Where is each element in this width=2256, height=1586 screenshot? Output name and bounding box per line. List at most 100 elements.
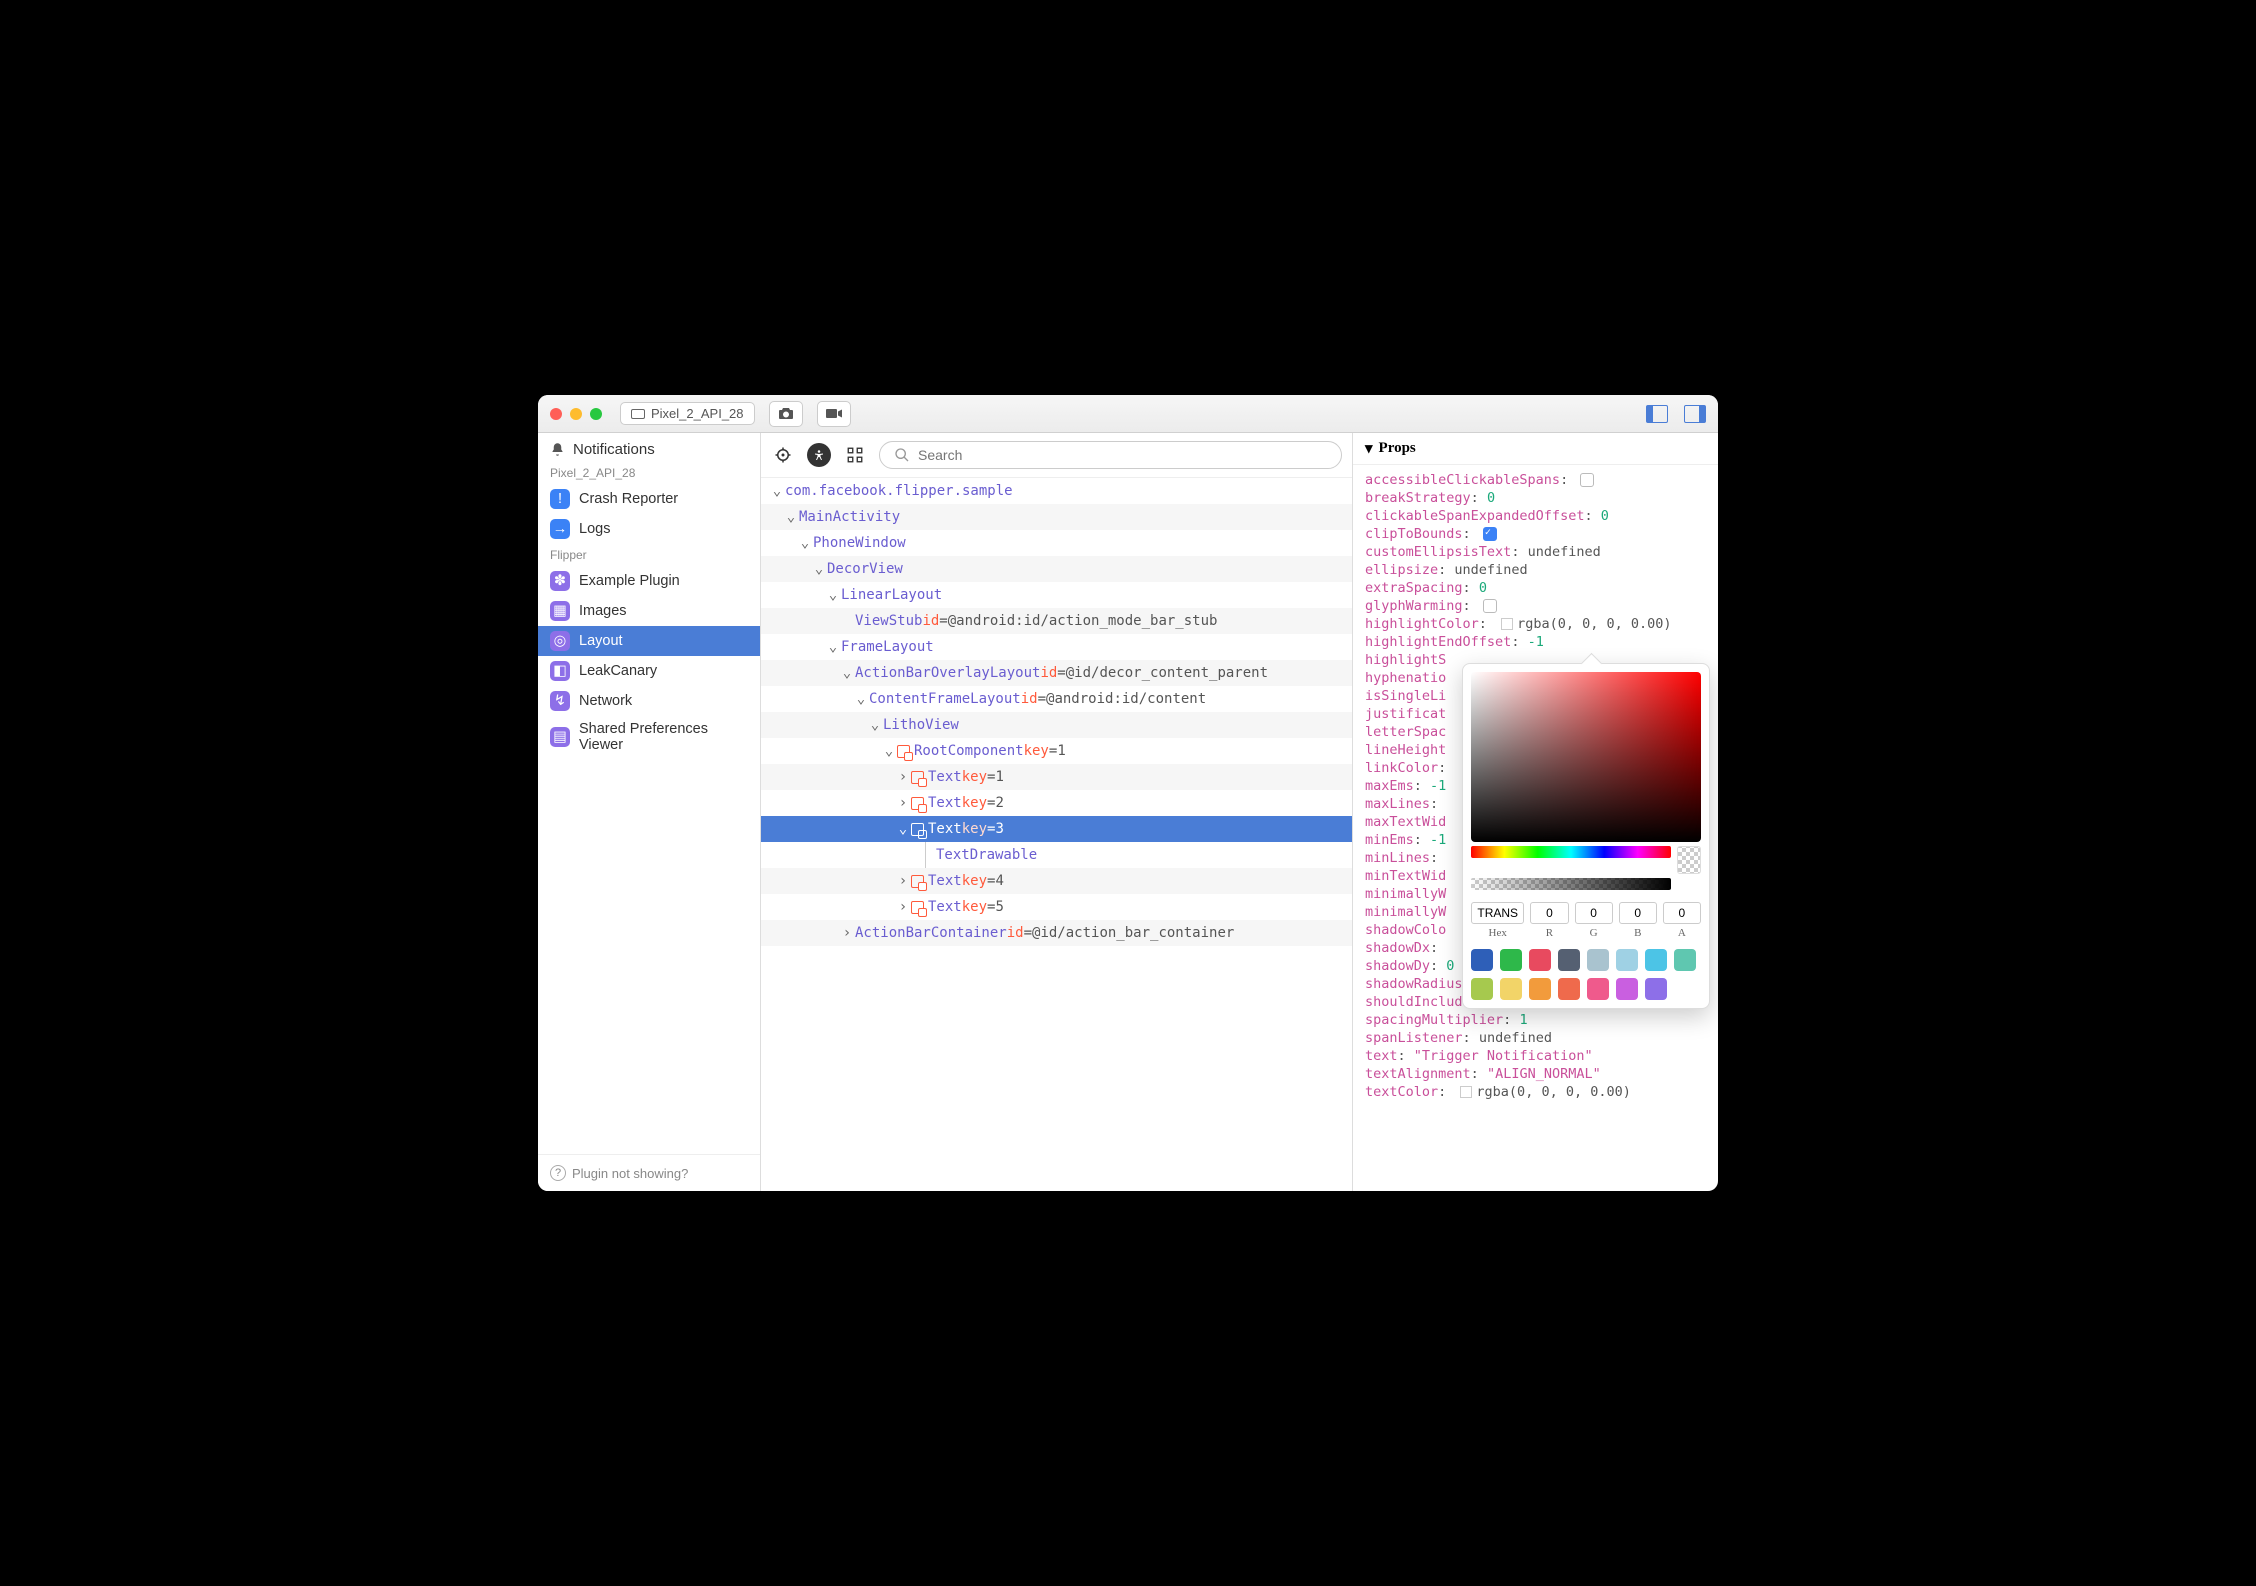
sidebar-item-images[interactable]: ▦Images	[538, 596, 760, 626]
chevron-right-icon[interactable]: ›	[897, 769, 909, 785]
zoom-window-button[interactable]	[590, 408, 602, 420]
toggle-right-panel-button[interactable]	[1684, 405, 1706, 423]
tree-row[interactable]: ⌄ActionBarOverlayLayout id=@id/decor_con…	[761, 660, 1352, 686]
tree-row[interactable]: ›Text key=5	[761, 894, 1352, 920]
g-input[interactable]	[1575, 902, 1613, 924]
preset-swatch[interactable]	[1471, 949, 1493, 971]
preset-swatch[interactable]	[1529, 978, 1551, 1000]
chevron-down-icon[interactable]: ⌄	[841, 665, 853, 681]
prop-value[interactable]: "ALIGN_NORMAL"	[1487, 1066, 1601, 1082]
tree-row[interactable]: ⌄PhoneWindow	[761, 530, 1352, 556]
close-window-button[interactable]	[550, 408, 562, 420]
saturation-field[interactable]	[1471, 672, 1701, 842]
preset-swatch[interactable]	[1645, 949, 1667, 971]
tree-row[interactable]: ⌄LinearLayout	[761, 582, 1352, 608]
preset-swatch[interactable]	[1558, 949, 1580, 971]
record-button[interactable]	[817, 401, 851, 427]
tree-row[interactable]: ⌄com.facebook.flipper.sample	[761, 478, 1352, 504]
sidebar-item-logs[interactable]: →Logs	[538, 514, 760, 544]
prop-value[interactable]: 0	[1487, 490, 1495, 506]
screenshot-button[interactable]	[769, 401, 803, 427]
preset-swatch[interactable]	[1616, 949, 1638, 971]
tree-row[interactable]: ⌄DecorView	[761, 556, 1352, 582]
props-header[interactable]: ▾ Props	[1353, 433, 1718, 465]
sidebar-item-shared-preferences-viewer[interactable]: ▤Shared Preferences Viewer	[538, 716, 760, 758]
tree-row[interactable]: ›ActionBarContainer id=@id/action_bar_co…	[761, 920, 1352, 946]
tree-row[interactable]: ⌄Text key=3	[761, 816, 1352, 842]
preset-swatch[interactable]	[1500, 949, 1522, 971]
prop-value[interactable]: -1	[1430, 778, 1446, 794]
preset-swatch[interactable]	[1674, 949, 1696, 971]
r-input[interactable]	[1530, 902, 1568, 924]
toggle-left-panel-button[interactable]	[1646, 405, 1668, 423]
preset-swatch[interactable]	[1529, 949, 1551, 971]
sidebar-item-example-plugin[interactable]: ✽Example Plugin	[538, 566, 760, 596]
color-swatch[interactable]	[1460, 1086, 1472, 1098]
alpha-slider[interactable]	[1471, 878, 1671, 890]
tree-row[interactable]: ›Text key=4	[761, 868, 1352, 894]
tree-row[interactable]: ⌄RootComponent key=1	[761, 738, 1352, 764]
props-title: Props	[1379, 440, 1416, 457]
preset-swatch[interactable]	[1500, 978, 1522, 1000]
prop-value[interactable]: 0	[1446, 958, 1454, 974]
chevron-down-icon[interactable]: ⌄	[883, 743, 895, 759]
hue-slider[interactable]	[1471, 846, 1671, 858]
prop-checkbox[interactable]	[1483, 527, 1497, 541]
chevron-right-icon[interactable]: ›	[897, 873, 909, 889]
tree-row[interactable]: TextDrawable	[761, 842, 1352, 868]
sidebar-item-crash-reporter[interactable]: !Crash Reporter	[538, 484, 760, 514]
plugin-help-link[interactable]: ? Plugin not showing?	[538, 1154, 760, 1191]
prop-checkbox[interactable]	[1483, 599, 1497, 613]
tree-row[interactable]: ⌄LithoView	[761, 712, 1352, 738]
chevron-down-icon[interactable]: ⌄	[799, 535, 811, 551]
prop-value[interactable]: "Trigger Notification"	[1414, 1048, 1593, 1064]
sidebar-item-leakcanary[interactable]: ◧LeakCanary	[538, 656, 760, 686]
preset-swatch[interactable]	[1471, 978, 1493, 1000]
chevron-down-icon[interactable]: ⌄	[827, 587, 839, 603]
hex-input[interactable]	[1471, 902, 1524, 924]
view-tree[interactable]: ⌄com.facebook.flipper.sample⌄MainActivit…	[761, 478, 1352, 1191]
tree-row[interactable]: ›Text key=1	[761, 764, 1352, 790]
sidebar-item-label: Shared Preferences Viewer	[579, 721, 748, 753]
sidebar-item-layout[interactable]: ◎Layout	[538, 626, 760, 656]
b-input[interactable]	[1619, 902, 1657, 924]
search-input[interactable]	[918, 447, 1327, 463]
sidebar-item-network[interactable]: ↯Network	[538, 686, 760, 716]
tree-row[interactable]: ›Text key=2	[761, 790, 1352, 816]
accessibility-mode-button[interactable]	[807, 443, 831, 467]
align-mode-button[interactable]	[843, 443, 867, 467]
target-mode-button[interactable]	[771, 443, 795, 467]
chevron-down-icon[interactable]: ⌄	[785, 509, 797, 525]
chevron-right-icon[interactable]: ›	[897, 795, 909, 811]
prop-value[interactable]: 0	[1479, 580, 1487, 596]
tree-row[interactable]: ⌄FrameLayout	[761, 634, 1352, 660]
chevron-down-icon[interactable]: ⌄	[855, 691, 867, 707]
tree-row[interactable]: ⌄MainActivity	[761, 504, 1352, 530]
chevron-down-icon[interactable]: ⌄	[869, 717, 881, 733]
color-swatch[interactable]	[1501, 618, 1513, 630]
preset-swatch[interactable]	[1616, 978, 1638, 1000]
chevron-right-icon[interactable]: ›	[897, 899, 909, 915]
notifications-heading[interactable]: Notifications	[550, 441, 748, 458]
prop-row: spacingMultiplier: 1	[1365, 1011, 1718, 1029]
minimize-window-button[interactable]	[570, 408, 582, 420]
chevron-down-icon[interactable]: ⌄	[771, 483, 783, 499]
preset-swatch[interactable]	[1587, 949, 1609, 971]
preset-swatch[interactable]	[1558, 978, 1580, 1000]
chevron-down-icon[interactable]: ⌄	[897, 821, 909, 837]
preset-swatch[interactable]	[1587, 978, 1609, 1000]
a-input[interactable]	[1663, 902, 1701, 924]
tree-row[interactable]: ⌄ContentFrameLayout id=@android:id/conte…	[761, 686, 1352, 712]
prop-value[interactable]: 1	[1519, 1012, 1527, 1028]
prop-value[interactable]: -1	[1528, 634, 1544, 650]
search-box[interactable]	[879, 441, 1342, 469]
prop-value[interactable]: -1	[1430, 832, 1446, 848]
chevron-down-icon[interactable]: ⌄	[813, 561, 825, 577]
tree-row[interactable]: ViewStub id=@android:id/action_mode_bar_…	[761, 608, 1352, 634]
chevron-right-icon[interactable]: ›	[841, 925, 853, 941]
preset-swatch[interactable]	[1645, 978, 1667, 1000]
chevron-down-icon[interactable]: ⌄	[827, 639, 839, 655]
prop-value[interactable]: 0	[1601, 508, 1609, 524]
prop-checkbox[interactable]	[1580, 473, 1594, 487]
device-chip[interactable]: Pixel_2_API_28	[620, 402, 755, 425]
